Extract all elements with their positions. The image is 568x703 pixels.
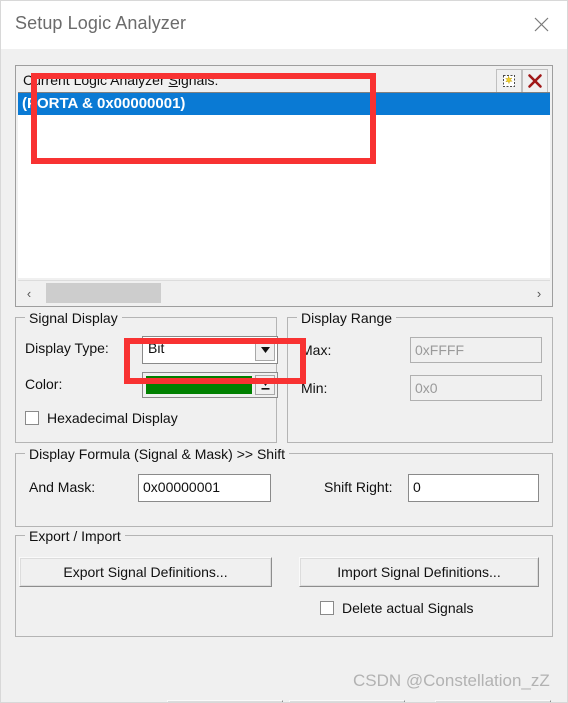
display-type-combo[interactable]: Bit [142,336,278,364]
checkbox-box[interactable] [25,411,39,425]
scroll-right-icon[interactable]: › [529,281,549,305]
signal-listbox[interactable]: (PORTA & 0x00000001) [18,92,550,278]
display-range-group: Display Range Max: 0xFFFF Min: 0x0 [287,310,553,443]
signal-list-hscrollbar[interactable]: ‹ › [18,280,550,304]
min-label: Min: [301,380,328,396]
signal-list-header-label: Current Logic Analyzer Signals: [23,72,219,88]
shift-right-label: Shift Right: [324,479,393,495]
chevron-down-icon[interactable] [255,339,275,361]
setup-logic-analyzer-dialog: Setup Logic Analyzer Current Logic Analy… [0,0,568,703]
color-swatch [146,376,252,394]
color-picker[interactable] [142,372,278,398]
display-type-value: Bit [148,340,165,356]
hexadecimal-display-checkbox[interactable]: Hexadecimal Display [25,410,178,426]
color-label: Color: [25,376,63,392]
display-formula-group-title: Display Formula (Signal & Mask) >> Shift [25,446,289,462]
delete-actual-signals-label: Delete actual Signals [342,600,474,616]
export-signal-definitions-button[interactable]: Export Signal Definitions... [19,557,272,587]
import-signal-definitions-button[interactable]: Import Signal Definitions... [299,557,539,587]
max-field[interactable]: 0xFFFF [410,337,542,363]
signal-list-panel: Current Logic Analyzer Signals: (PORTA &… [15,65,553,307]
checkbox-box[interactable] [320,601,334,615]
new-signal-icon[interactable] [496,69,522,93]
min-field[interactable]: 0x0 [410,375,542,401]
dialog-body: Current Logic Analyzer Signals: (PORTA &… [1,49,567,702]
and-mask-field[interactable]: 0x00000001 [138,474,271,502]
shift-right-field[interactable]: 0 [408,474,539,502]
and-mask-label: And Mask: [29,479,96,495]
export-import-group-title: Export / Import [25,528,125,544]
scrollbar-thumb[interactable] [46,283,161,303]
display-formula-group: Display Formula (Signal & Mask) >> Shift… [15,446,553,527]
window-title: Setup Logic Analyzer [15,13,187,33]
display-range-group-title: Display Range [297,310,397,326]
hexadecimal-display-label: Hexadecimal Display [47,410,178,426]
delete-signal-icon[interactable] [522,69,548,93]
scroll-left-icon[interactable]: ‹ [19,281,39,305]
delete-actual-signals-checkbox[interactable]: Delete actual Signals [320,600,474,616]
display-type-label: Display Type: [25,340,109,356]
close-icon[interactable] [519,7,563,41]
color-dropdown-icon[interactable] [255,375,275,395]
max-label: Max: [301,342,332,358]
title-bar: Setup Logic Analyzer [1,1,567,50]
signal-list-header: Current Logic Analyzer Signals: [18,68,550,93]
signal-display-group: Signal Display Display Type: Bit Color: [15,310,278,443]
signal-display-group-title: Signal Display [25,310,122,326]
signal-list-toolbar [496,69,548,93]
list-item[interactable]: (PORTA & 0x00000001) [18,93,550,115]
